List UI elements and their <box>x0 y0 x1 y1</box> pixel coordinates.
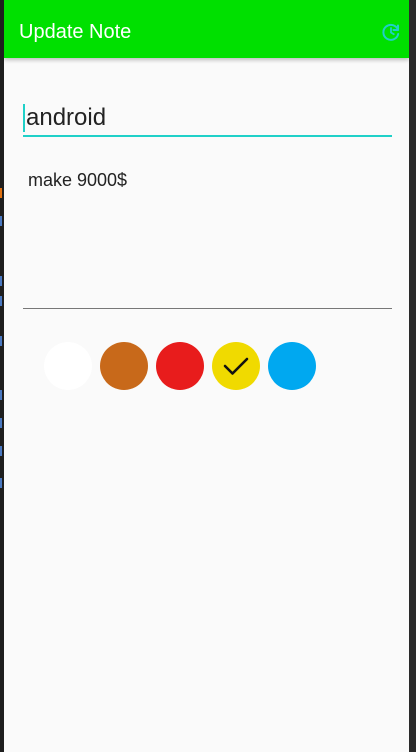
update-note-screen: Update Note android make 9000$ <box>4 0 409 752</box>
note-body-value: make 9000$ <box>28 170 128 190</box>
page-title: Update Note <box>19 21 132 43</box>
background-text-fragment <box>0 296 2 306</box>
background-text-fragment <box>0 478 2 488</box>
background-text-fragment <box>0 216 2 226</box>
background-text-fragment <box>0 336 2 346</box>
text-cursor <box>23 103 25 132</box>
background-text-fragment <box>0 276 2 286</box>
background-text-fragment <box>0 390 2 400</box>
refresh-icon <box>382 23 400 41</box>
note-body-input[interactable]: make 9000$ <box>23 160 392 309</box>
color-swatch-red[interactable] <box>156 342 204 390</box>
color-swatch-yellow[interactable] <box>212 342 260 390</box>
refresh-button[interactable] <box>379 20 403 44</box>
color-swatch-white[interactable] <box>44 342 92 390</box>
note-title-input[interactable]: android <box>23 98 392 137</box>
color-swatch-brown[interactable] <box>100 342 148 390</box>
background-text-fragment <box>0 418 2 428</box>
checkmark-icon <box>223 357 249 375</box>
background-text-fragment <box>0 446 2 456</box>
background-window-edge <box>409 0 416 752</box>
app-bar: Update Note <box>4 0 409 58</box>
color-swatch-blue[interactable] <box>268 342 316 390</box>
note-title-value: android <box>26 104 107 132</box>
background-text-fragment <box>0 188 2 198</box>
